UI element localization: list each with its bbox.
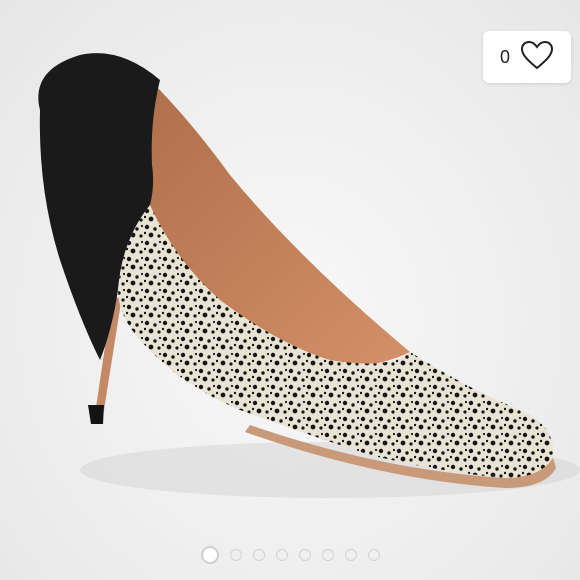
carousel-dot[interactable] — [229, 549, 242, 561]
shoe-illustration — [38, 53, 580, 498]
carousel-dot[interactable] — [200, 546, 219, 564]
carousel-dot[interactable] — [344, 549, 357, 561]
carousel-pagination — [0, 544, 580, 566]
carousel-dot[interactable] — [252, 549, 265, 561]
heart-icon — [520, 40, 554, 75]
carousel-dot[interactable] — [367, 549, 380, 561]
carousel-dot[interactable] — [275, 549, 288, 561]
carousel-dot[interactable] — [321, 549, 334, 561]
product-photo[interactable] — [0, 0, 580, 580]
like-button[interactable]: 0 — [483, 31, 571, 83]
carousel-dot[interactable] — [298, 549, 311, 561]
like-count: 0 — [499, 46, 510, 67]
